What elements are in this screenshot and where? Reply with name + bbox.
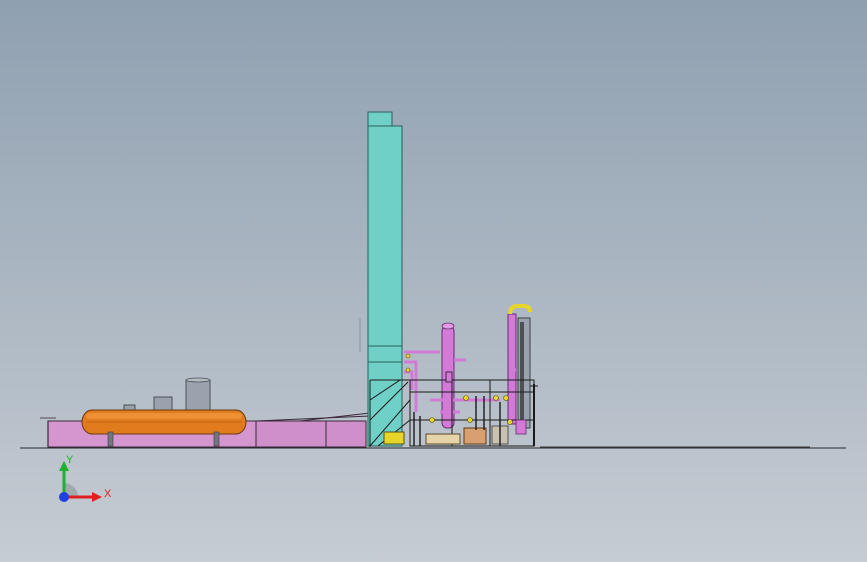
cooler-box[interactable] bbox=[463, 427, 487, 445]
pump-skid-yellow[interactable] bbox=[383, 431, 405, 445]
storage-tank-skid[interactable] bbox=[40, 377, 371, 448]
x-axis-arrow bbox=[92, 492, 102, 502]
yellow-pipe-elbow bbox=[508, 304, 532, 315]
skid-platform bbox=[255, 420, 367, 448]
cad-viewport[interactable]: Y X bbox=[0, 0, 867, 562]
z-axis-dot bbox=[59, 492, 69, 502]
cold-box-column[interactable] bbox=[359, 111, 411, 447]
vertical-tank-medium[interactable] bbox=[153, 396, 173, 411]
coordinate-triad: Y X bbox=[59, 455, 112, 502]
vertical-tank-large[interactable] bbox=[185, 379, 211, 411]
y-axis-label: Y bbox=[66, 455, 74, 466]
plant-assembly-model[interactable] bbox=[0, 0, 867, 562]
x-axis-label: X bbox=[104, 488, 112, 500]
process-equipment-area[interactable] bbox=[383, 304, 538, 447]
heater-block[interactable] bbox=[425, 433, 461, 445]
